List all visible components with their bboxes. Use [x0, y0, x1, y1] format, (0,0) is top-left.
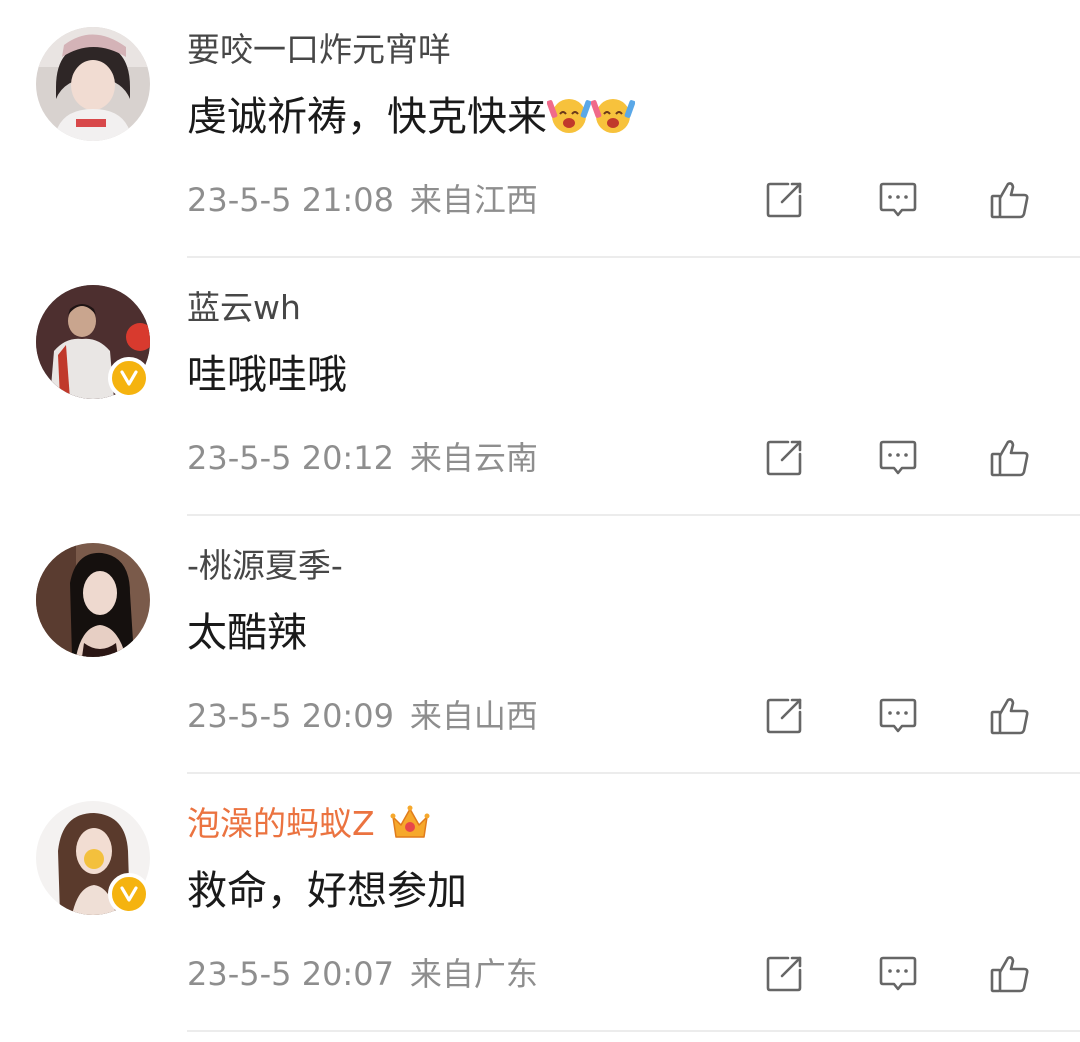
comment-text: 虔诚祈祷，快克快来	[187, 88, 636, 146]
comment-meta: 23-5-5 20:12 来自云南	[187, 434, 538, 482]
avatar[interactable]	[36, 801, 150, 915]
like-button[interactable]	[986, 950, 1034, 998]
like-button[interactable]	[986, 176, 1034, 224]
share-button[interactable]	[760, 176, 808, 224]
username[interactable]: -桃源夏季-	[187, 542, 343, 590]
location: 来自广东	[409, 955, 538, 993]
thumbs-up-icon	[990, 698, 1029, 735]
comment-item: 泡澡的蚂蚁Z 救命，好想参加 23-5-5 20:07 来自广东	[0, 774, 1080, 1032]
reply-button[interactable]	[874, 950, 922, 998]
verified-badge-icon	[108, 873, 150, 915]
divider	[187, 1030, 1080, 1032]
location: 来自云南	[409, 439, 538, 477]
share-icon	[766, 182, 802, 218]
like-button[interactable]	[986, 434, 1034, 482]
verified-badge-icon	[108, 357, 150, 399]
share-icon	[766, 440, 802, 476]
comment-item: 要咬一口炸元宵咩 虔诚祈祷，快克快来 23-5-5 21:08 来自江西	[0, 0, 1080, 258]
comment-item: -桃源夏季- 太酷辣 23-5-5 20:09 来自山西	[0, 516, 1080, 774]
location: 来自山西	[409, 697, 538, 735]
username[interactable]: 要咬一口炸元宵咩	[187, 26, 451, 74]
reply-button[interactable]	[874, 176, 922, 224]
avatar[interactable]	[36, 543, 150, 657]
thumbs-up-icon	[990, 440, 1029, 477]
share-button[interactable]	[760, 434, 808, 482]
like-button[interactable]	[986, 692, 1034, 740]
comment-text: 太酷辣	[187, 610, 307, 656]
timestamp: 23-5-5 20:12	[187, 439, 394, 477]
share-icon	[766, 698, 802, 734]
share-icon	[766, 956, 802, 992]
comment-text: 哇哦哇哦	[187, 352, 347, 398]
avatar[interactable]	[36, 285, 150, 399]
comment-text: 救命，好想参加	[187, 868, 467, 914]
username[interactable]: 泡澡的蚂蚁Z	[187, 800, 431, 848]
comment-icon	[879, 182, 917, 217]
thumbs-up-icon	[990, 182, 1029, 219]
location: 来自江西	[409, 181, 538, 219]
share-button[interactable]	[760, 692, 808, 740]
comment-icon	[879, 440, 917, 475]
avatar[interactable]	[36, 27, 150, 141]
timestamp: 23-5-5 20:09	[187, 697, 394, 735]
username[interactable]: 蓝云wh	[187, 284, 301, 332]
share-button[interactable]	[760, 950, 808, 998]
timestamp: 23-5-5 21:08	[187, 181, 394, 219]
cheering-face-icon	[590, 92, 636, 136]
thumbs-up-icon	[990, 956, 1029, 993]
comment-meta: 23-5-5 20:07 来自广东	[187, 950, 538, 998]
comment-meta: 23-5-5 21:08 来自江西	[187, 176, 538, 224]
reply-button[interactable]	[874, 692, 922, 740]
timestamp: 23-5-5 20:07	[187, 955, 394, 993]
comment-item: 蓝云wh 哇哦哇哦 23-5-5 20:12 来自云南	[0, 258, 1080, 516]
comment-icon	[879, 698, 917, 733]
crown-icon	[389, 803, 431, 843]
cheering-face-icon	[546, 92, 592, 136]
reply-button[interactable]	[874, 434, 922, 482]
comment-meta: 23-5-5 20:09 来自山西	[187, 692, 538, 740]
comment-icon	[879, 956, 917, 991]
